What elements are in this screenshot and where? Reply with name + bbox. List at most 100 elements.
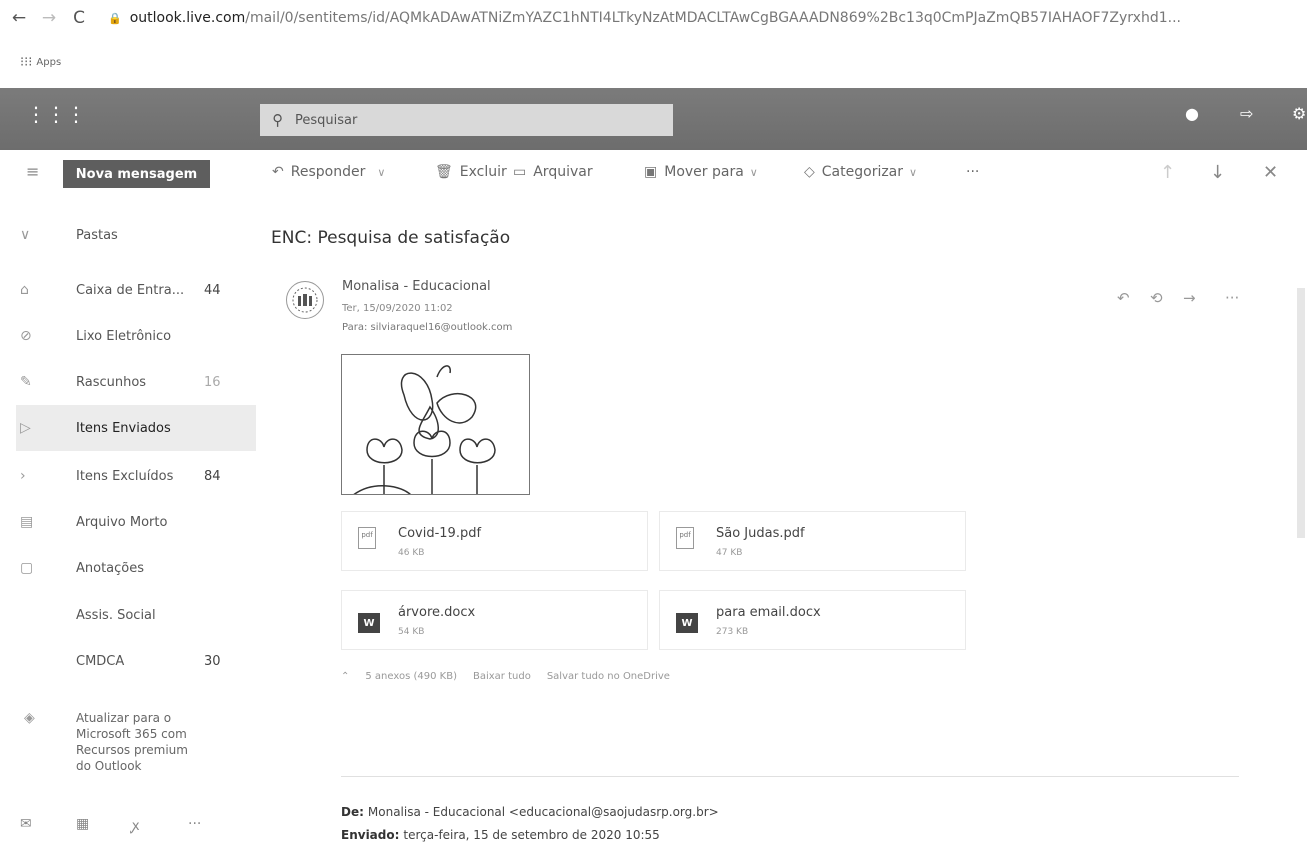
sidebar-item-sent[interactable]: ▷ Itens Enviados bbox=[16, 405, 256, 451]
chevron-down-icon: ∨ bbox=[909, 165, 918, 179]
forwarded-sent-value: terça-feira, 15 de setembro de 2020 10:5… bbox=[403, 828, 660, 842]
close-icon[interactable]: ✕ bbox=[1263, 162, 1278, 183]
skype-icon[interactable]: ● bbox=[1185, 104, 1199, 123]
attachments-count: 5 anexos (490 KB) bbox=[365, 671, 457, 682]
calendar-icon[interactable]: ▦ bbox=[76, 816, 132, 835]
sidebar-item-assis-social[interactable]: Assis. Social bbox=[16, 592, 256, 638]
move-to-button[interactable]: ▣ Mover para ∨ bbox=[644, 164, 758, 180]
tag-icon: ◇ bbox=[804, 164, 815, 180]
reload-icon[interactable]: C bbox=[68, 7, 90, 29]
chevron-right-icon: › bbox=[20, 468, 26, 484]
draft-count: 16 bbox=[204, 374, 221, 390]
chevron-down-icon[interactable]: ∨ bbox=[377, 166, 385, 179]
categorize-label: Categorizar bbox=[821, 164, 904, 180]
folder-pane: ∨ Pastas ⌂ Caixa de Entra... 44 ⊘ Lixo E… bbox=[0, 196, 256, 847]
attachment-card[interactable]: pdf São Judas.pdf 47 KB bbox=[659, 511, 966, 571]
reply-all-icon[interactable]: ⟲ bbox=[1150, 289, 1163, 307]
lock-icon[interactable]: 🔒 bbox=[108, 12, 122, 25]
pencil-icon: ✎ bbox=[20, 374, 32, 390]
note-icon: ▢ bbox=[20, 560, 34, 576]
delete-label: Excluir bbox=[459, 164, 507, 180]
unread-count: 30 bbox=[204, 653, 221, 669]
browser-url-bar: ← → C 🔒 outlook.live.com/mail/0/sentitem… bbox=[0, 0, 1307, 36]
delete-button[interactable]: 🗑 Excluir bbox=[435, 164, 507, 180]
archive-icon: ▤ bbox=[20, 514, 34, 530]
reply-button[interactable]: ↶ Responder ∨ bbox=[272, 164, 385, 180]
download-all-link[interactable]: Baixar tudo bbox=[473, 671, 531, 682]
sidebar-item-cmdca[interactable]: CMDCA 30 bbox=[16, 638, 256, 684]
send-icon: ▷ bbox=[20, 420, 31, 436]
sidebar-item-label: Itens Excluídos bbox=[76, 468, 174, 484]
feedback-icon[interactable]: ⇨ bbox=[1240, 104, 1253, 123]
sidebar-item-label: Caixa de Entra... bbox=[76, 282, 185, 298]
more-apps-icon[interactable]: ··· bbox=[188, 816, 244, 835]
search-box[interactable]: ⚲ Pesquisar bbox=[260, 104, 673, 136]
collapse-chevron-icon[interactable]: ⌃ bbox=[341, 671, 349, 682]
sender-avatar[interactable] bbox=[286, 281, 324, 319]
sidebar-item-notes[interactable]: ▢ Anotações bbox=[16, 545, 256, 591]
upgrade-text: Atualizar para o Microsoft 365 com Recur… bbox=[76, 711, 188, 773]
people-icon[interactable]: ꭙ bbox=[132, 816, 188, 835]
mail-icon[interactable]: ✉ bbox=[20, 816, 76, 835]
sidebar-item-label: Rascunhos bbox=[76, 374, 147, 390]
hamburger-menu-icon[interactable]: ≡ bbox=[26, 162, 39, 181]
app-launcher-icon[interactable]: ⋮⋮⋮ bbox=[26, 102, 86, 126]
attachment-size: 46 KB bbox=[398, 548, 425, 558]
message-subject: ENC: Pesquisa de satisfação bbox=[271, 228, 511, 248]
school-logo-icon bbox=[292, 287, 318, 313]
bookmarks-bar: ⁝⁝⁝ Apps bbox=[0, 36, 1307, 88]
forwarded-from-value: Monalisa - Educacional <educacional@saoj… bbox=[367, 805, 719, 819]
archive-icon: ▭ bbox=[513, 164, 527, 180]
sender-name[interactable]: Monalisa - Educacional bbox=[342, 279, 491, 294]
reply-label: Responder bbox=[290, 164, 366, 180]
attachment-size: 54 KB bbox=[398, 627, 425, 637]
forwarded-sent-label: Enviado: bbox=[341, 828, 400, 842]
forwarded-from-label: De: bbox=[341, 805, 364, 819]
attachment-name: para email.docx bbox=[716, 605, 821, 620]
back-arrow-icon[interactable]: ← bbox=[8, 7, 30, 29]
sidebar-item-inbox[interactable]: ⌂ Caixa de Entra... 44 bbox=[16, 267, 256, 313]
next-arrow-icon[interactable]: ↓ bbox=[1210, 162, 1225, 183]
command-bar: ≡ Nova mensagem ↶ Responder ∨ 🗑 Excluir … bbox=[0, 150, 1307, 196]
settings-gear-icon[interactable]: ⚙ bbox=[1292, 104, 1306, 123]
attachment-name: São Judas.pdf bbox=[716, 526, 805, 541]
apps-bookmark[interactable]: Apps bbox=[36, 57, 61, 68]
inline-image-butterfly-tulips[interactable] bbox=[341, 354, 530, 495]
search-icon: ⚲ bbox=[272, 111, 283, 129]
more-options-icon[interactable]: ··· bbox=[1225, 289, 1239, 307]
pdf-file-icon: pdf bbox=[676, 527, 694, 549]
archive-button[interactable]: ▭ Arquivar bbox=[513, 164, 593, 180]
categorize-button[interactable]: ◇ Categorizar ∨ bbox=[804, 164, 917, 180]
attachment-card[interactable]: W árvore.docx 54 KB bbox=[341, 590, 648, 650]
attachment-size: 273 KB bbox=[716, 627, 749, 637]
url-field[interactable]: outlook.live.com/mail/0/sentitems/id/AQM… bbox=[130, 10, 1250, 26]
attachment-card[interactable]: pdf Covid-19.pdf 46 KB bbox=[341, 511, 648, 571]
attachment-name: árvore.docx bbox=[398, 605, 476, 620]
sidebar-item-label: Assis. Social bbox=[76, 607, 156, 623]
apps-grid-icon[interactable]: ⁝⁝⁝ bbox=[20, 55, 32, 70]
trash-icon: 🗑 bbox=[435, 164, 453, 180]
pdf-file-icon: pdf bbox=[358, 527, 376, 549]
attachment-card[interactable]: W para email.docx 273 KB bbox=[659, 590, 966, 650]
sidebar-item-junk[interactable]: ⊘ Lixo Eletrônico bbox=[16, 313, 256, 359]
sidebar-item-deleted[interactable]: › Itens Excluídos 84 bbox=[16, 453, 256, 499]
reading-pane-scrollbar[interactable] bbox=[1297, 288, 1305, 538]
forward-icon[interactable]: → bbox=[1183, 289, 1196, 307]
sidebar-item-drafts[interactable]: ✎ Rascunhos 16 bbox=[16, 359, 256, 405]
more-actions-button[interactable]: ··· bbox=[966, 164, 979, 180]
sidebar-item-label: CMDCA bbox=[76, 653, 125, 669]
module-switcher: ✉ ▦ ꭙ ··· bbox=[20, 816, 244, 835]
sent-date: Ter, 15/09/2020 11:02 bbox=[342, 303, 453, 314]
reply-icon[interactable]: ↶ bbox=[1117, 289, 1130, 307]
new-message-button[interactable]: Nova mensagem bbox=[63, 160, 210, 188]
folders-header[interactable]: ∨ Pastas bbox=[16, 212, 256, 258]
sidebar-item-archive[interactable]: ▤ Arquivo Morto bbox=[16, 499, 256, 545]
recipient-line: Para: silviaraquel16@outlook.com bbox=[342, 322, 513, 333]
forward-arrow-icon[interactable]: → bbox=[38, 7, 60, 29]
previous-arrow-icon[interactable]: ↑ bbox=[1160, 162, 1175, 183]
attachments-summary: ⌃ 5 anexos (490 KB) Baixar tudo Salvar tudo… bbox=[341, 671, 686, 682]
save-onedrive-link[interactable]: Salvar tudo no OneDrive bbox=[547, 671, 670, 682]
unread-count: 84 bbox=[204, 468, 221, 484]
forwarded-from-line: De: Monalisa - Educacional <educacional@s… bbox=[341, 805, 719, 819]
move-folder-icon: ▣ bbox=[644, 164, 658, 180]
